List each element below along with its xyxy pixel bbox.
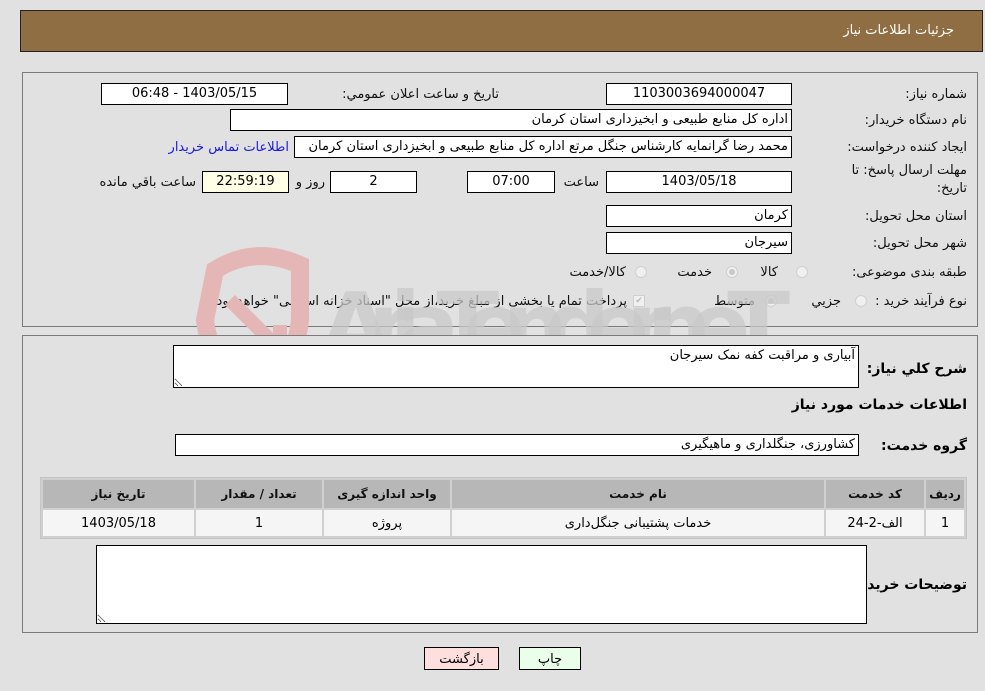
time-label: ساعت [563, 175, 599, 190]
city-field[interactable]: سیرجان [606, 232, 792, 254]
service-group-label: گروه خدمت: [881, 438, 967, 454]
creator-field[interactable]: محمد رضا گرانمایه کارشناس جنگل مرتع ادار… [294, 136, 792, 158]
col-header-quantity: تعداد / مقدار [196, 480, 322, 508]
deadline-label-date: تاریخ: [936, 181, 967, 196]
table-row: 1 الف-2-24 خدمات پشتیبانی جنگل‌داری پروژ… [43, 510, 964, 536]
need-info-panel: شماره نیاز: 1103003694000047 تاریخ و ساع… [22, 72, 978, 327]
category-radio-goods-service[interactable] [635, 266, 647, 278]
need-number-field[interactable]: 1103003694000047 [606, 83, 792, 105]
cell-quantity: 1 [196, 510, 322, 536]
announce-datetime-field[interactable]: 1403/05/15 - 06:48 [101, 83, 288, 105]
col-header-unit: واحد اندازه گیری [324, 480, 450, 508]
description-textarea[interactable]: آبیاری و مراقبت کفه نمک سیرجان [173, 345, 859, 388]
buyer-contact-link[interactable]: اطلاعات تماس خریدار [169, 140, 289, 155]
cell-service-name: خدمات پشتیبانی جنگل‌داری [452, 510, 824, 536]
buyer-notes-textarea[interactable] [96, 545, 867, 624]
deadline-time-field[interactable]: 07:00 [467, 171, 555, 193]
creator-label: ایجاد کننده درخواست: [847, 140, 967, 155]
cell-service-code: الف-2-24 [826, 510, 924, 536]
province-label: استان محل تحویل: [865, 209, 967, 224]
description-label: شرح کلي نیاز: [866, 361, 967, 377]
cell-row-number: 1 [926, 510, 964, 536]
category-option-service: خدمت [677, 265, 712, 280]
category-radio-service[interactable] [726, 266, 738, 278]
buyer-org-label: نام دستگاه خریدار: [864, 113, 967, 128]
print-button[interactable]: چاپ [519, 647, 581, 670]
days-label: روز و [295, 175, 325, 190]
process-radio-medium[interactable] [765, 295, 777, 307]
col-header-need-date: تاریخ نیاز [43, 480, 194, 508]
category-label: طبقه بندی موضوعی: [851, 265, 967, 280]
page-header: جزئیات اطلاعات نیاز [20, 10, 983, 52]
remaining-time-field[interactable]: 22:59:19 [202, 171, 289, 193]
need-details-panel: شرح کلي نیاز: آبیاری و مراقبت کفه نمک سی… [22, 335, 978, 633]
back-button[interactable]: بازگشت [424, 647, 499, 670]
category-radio-goods[interactable] [796, 266, 808, 278]
table-header-row: ردیف کد خدمت نام خدمت واحد اندازه گیری ت… [43, 480, 964, 508]
process-option-medium: متوسط [714, 294, 755, 309]
need-number-label: شماره نیاز: [905, 87, 967, 102]
cell-need-date: 1403/05/18 [43, 510, 194, 536]
col-header-service-name: نام خدمت [452, 480, 824, 508]
process-radio-minor[interactable] [855, 295, 867, 307]
treasury-note: پرداخت تمام یا بخشی از مبلغ خرید،از محل … [212, 294, 627, 309]
province-field[interactable]: کرمان [606, 205, 792, 227]
days-field[interactable]: 2 [330, 171, 417, 193]
city-label: شهر محل تحویل: [872, 236, 967, 251]
buyer-org-field[interactable]: اداره کل منابع طبیعی و ابخیزداری استان ک… [230, 109, 792, 131]
cell-unit: پروژه [324, 510, 450, 536]
services-table: ردیف کد خدمت نام خدمت واحد اندازه گیری ت… [40, 477, 967, 539]
process-label: نوع فرآیند خرید : [875, 294, 967, 309]
col-header-row-number: ردیف [926, 480, 964, 508]
page-title: جزئیات اطلاعات نیاز [843, 23, 954, 38]
treasury-checkbox[interactable]: ✔ [633, 295, 645, 307]
service-group-field[interactable]: کشاورزی، جنگلداری و ماهیگیری [175, 434, 859, 456]
remaining-label: ساعت باقي مانده [99, 175, 196, 190]
process-option-minor: جزيي [811, 294, 841, 309]
announce-datetime-label: تاریخ و ساعت اعلان عمومي: [342, 87, 499, 102]
deadline-date-field[interactable]: 1403/05/18 [606, 171, 792, 193]
deadline-label: مهلت ارسال پاسخ: تا [851, 163, 967, 178]
category-option-goods-service: کالا/خدمت [569, 265, 626, 280]
col-header-service-code: کد خدمت [826, 480, 924, 508]
category-option-goods: کالا [760, 265, 778, 280]
services-heading: اطلاعات خدمات مورد نیاز [791, 397, 967, 413]
